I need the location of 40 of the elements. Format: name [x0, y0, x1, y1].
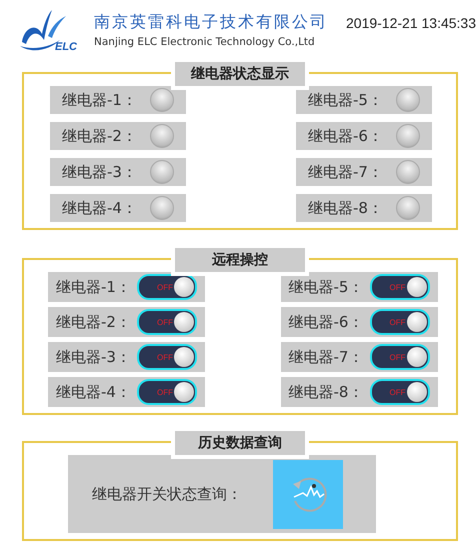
toggle-switch[interactable]: OFF [370, 344, 430, 370]
relay-label: 继电器-8： [288, 382, 364, 402]
switch-knob[interactable] [174, 347, 194, 367]
toggle-switch[interactable]: OFF [137, 274, 197, 300]
relay-label: 继电器-1： [62, 90, 137, 110]
section-title: 继电器状态显示 [175, 62, 305, 86]
relay-label: 继电器-5： [288, 278, 364, 296]
relay-label: 继电器-7： [288, 348, 364, 366]
switch-knob[interactable] [406, 347, 426, 367]
company-name: 南京英雷科电子技术有限公司 [94, 12, 328, 33]
toggle-switch[interactable]: OFF [137, 379, 197, 405]
relay-label: 继电器-2： [62, 126, 137, 146]
relay-label: 继电器-3： [56, 348, 131, 366]
company-name-english: Nanjing ELC Electronic Technology Co.,Ltd [94, 36, 316, 48]
switch-knob[interactable] [406, 312, 426, 332]
relay-label: 继电器-1： [56, 278, 131, 296]
relay-label: 继电器-6： [288, 312, 364, 332]
relay-label: 继电器-3： [62, 162, 137, 182]
toggle-switch[interactable]: OFF [370, 379, 430, 405]
relay-label: 继电器-7： [308, 162, 383, 182]
section-title: 历史数据查询 [175, 431, 305, 455]
section-title: 远程操控 [175, 248, 305, 272]
toggle-switch[interactable]: OFF [370, 309, 430, 335]
relay-label: 继电器-4： [62, 198, 137, 218]
switch-knob[interactable] [406, 277, 426, 297]
relay-label: 继电器-4： [56, 382, 131, 402]
switch-knob[interactable] [174, 312, 194, 332]
switch-knob[interactable] [174, 277, 194, 297]
query-label: 继电器开关状态查询： [92, 484, 243, 504]
switch-knob[interactable] [174, 382, 194, 402]
relay-label: 继电器-5： [308, 90, 383, 110]
relay-label: 继电器-6： [308, 126, 383, 146]
switch-knob[interactable] [406, 382, 426, 402]
toggle-switch[interactable]: OFF [370, 274, 430, 300]
relay-label: 继电器-8： [308, 198, 383, 218]
toggle-switch[interactable]: OFF [137, 309, 197, 335]
company-logo: ELC [18, 6, 78, 52]
relay-label: 继电器-2： [56, 312, 131, 332]
toggle-switch[interactable]: OFF [137, 344, 197, 370]
datetime: 2019-12-21 13:45:33 [346, 15, 476, 31]
